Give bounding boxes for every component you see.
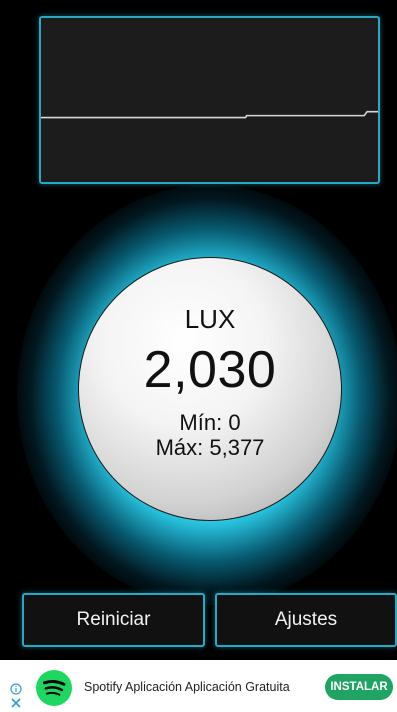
spotify-logo-icon — [36, 670, 72, 706]
install-button[interactable]: INSTALAR — [325, 674, 393, 700]
settings-button[interactable]: Ajustes — [215, 593, 397, 647]
unit-label: LUX — [184, 304, 236, 334]
current-lux-value: 2,030 — [143, 341, 277, 399]
min-value: Mín: 0 — [179, 410, 241, 435]
max-value: Máx: 5,377 — [155, 435, 265, 460]
ad-banner[interactable]: Spotify Aplicación Aplicación Gratuita I… — [0, 660, 397, 712]
ad-text[interactable]: Spotify Aplicación Aplicación Gratuita — [84, 680, 290, 694]
lux-meter-screen: LUX 2,030 Mín: 0 Máx: 5,377 Reiniciar Aj… — [0, 0, 397, 660]
close-icon[interactable] — [10, 697, 22, 709]
graph-line — [41, 110, 378, 119]
reset-button[interactable]: Reiniciar — [22, 593, 205, 647]
lux-history-graph — [39, 16, 380, 184]
graph-svg — [41, 110, 378, 119]
lux-sphere: LUX 2,030 Mín: 0 Máx: 5,377 — [78, 257, 342, 521]
info-icon[interactable] — [10, 683, 22, 695]
